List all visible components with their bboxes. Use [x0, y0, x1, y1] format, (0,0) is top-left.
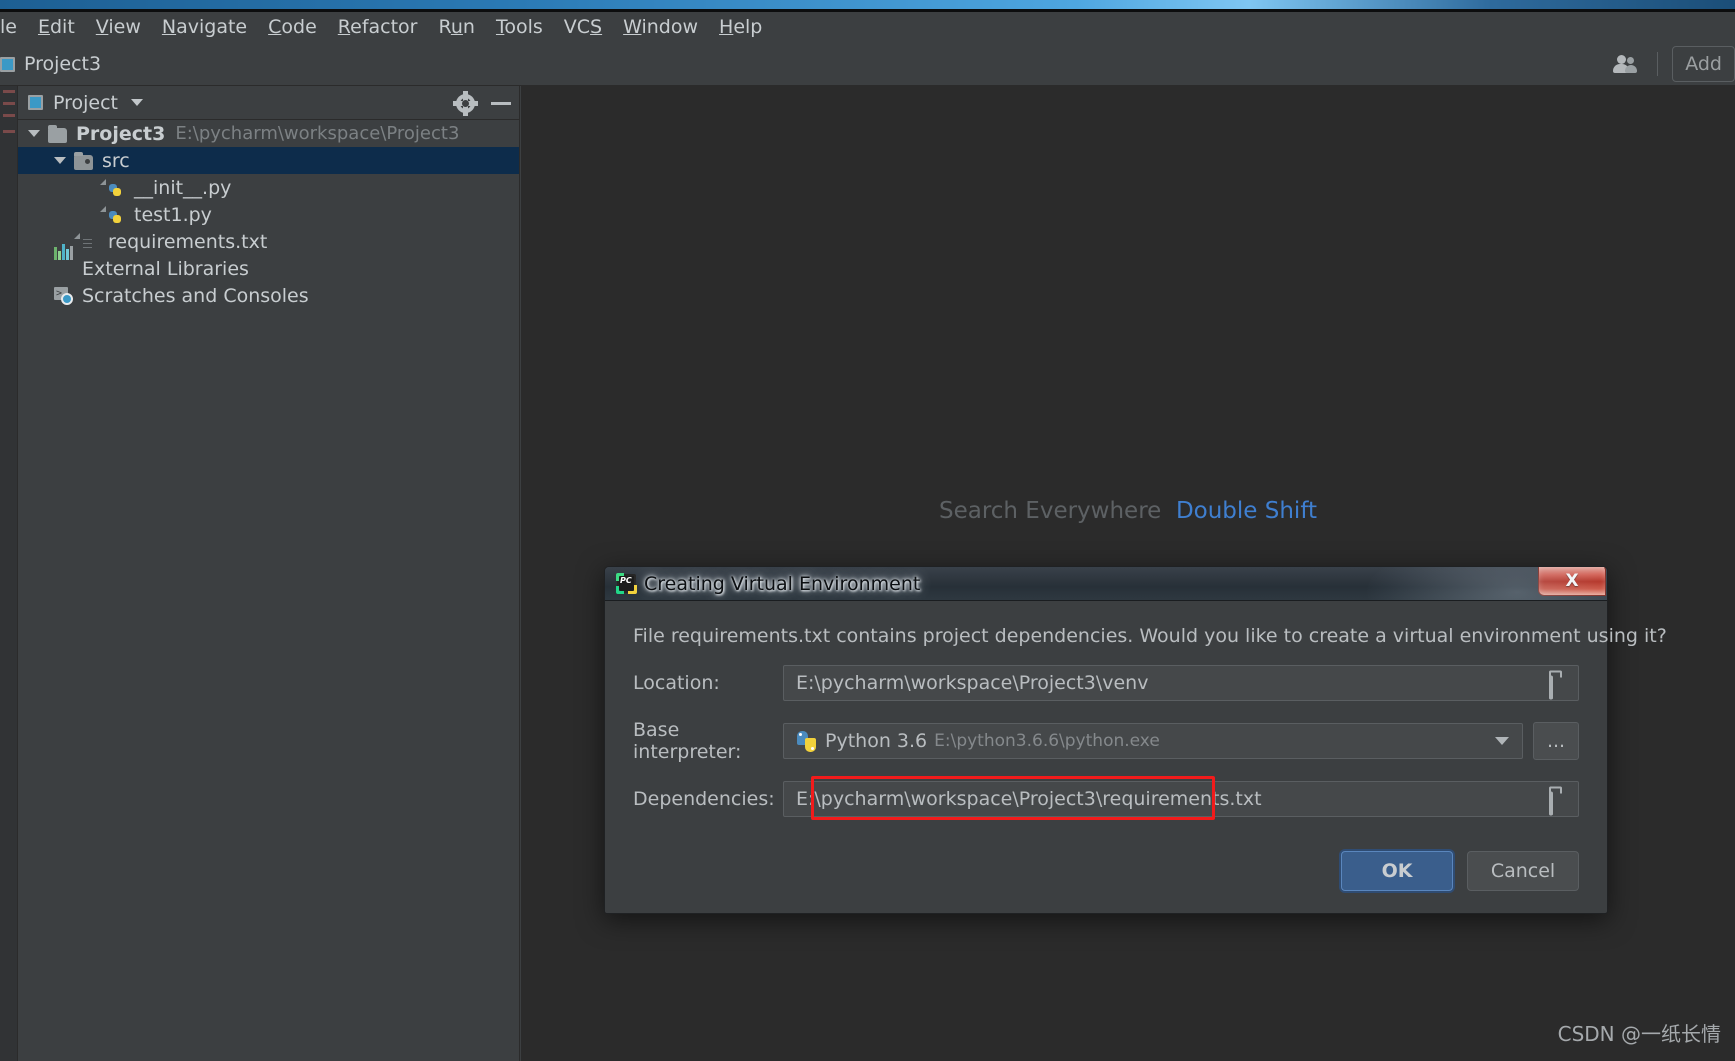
chevron-down-icon[interactable] — [1495, 737, 1509, 745]
cancel-button[interactable]: Cancel — [1467, 851, 1579, 891]
scratches-icon: >_ — [54, 286, 74, 305]
tree-node-label: __init__.py — [134, 176, 232, 199]
menu-bar: le Edit View Navigate Code Refactor Run Tools VC… — [0, 12, 1735, 42]
gutter-mark — [3, 114, 15, 117]
menu-item-window[interactable]: Window — [613, 16, 709, 39]
creating-virtual-environment-dialog: PC Creating Virtual Environment X File r… — [604, 566, 1667, 914]
toolbar-divider — [1657, 52, 1659, 76]
tree-node--init-py[interactable]: __init__.py — [18, 174, 519, 201]
python-icon — [796, 730, 817, 752]
minimize-icon[interactable] — [491, 101, 511, 105]
dependencies-row: Dependencies: E:\pycharm\workspace\Proje… — [633, 776, 1579, 820]
folder-icon — [48, 124, 68, 143]
python-file-icon — [106, 206, 126, 224]
pycharm-window: le Edit View Navigate Code Refactor Run Tools VC… — [0, 0, 1735, 1061]
toolbar-right-group: Add — [1609, 42, 1735, 86]
project-panel-title: Project — [53, 91, 119, 114]
tree-node-label: External Libraries — [82, 257, 249, 280]
gutter-mark — [3, 90, 15, 93]
dependencies-value: E:\pycharm\workspace\Project3\requiremen… — [796, 788, 1262, 810]
tree-node-external-libraries[interactable]: External Libraries — [18, 243, 519, 282]
search-everywhere-hint: Search Everywhere Double Shift — [521, 498, 1735, 524]
breadcrumb-project-name: Project3 — [24, 53, 102, 75]
dialog-message: File requirements.txt contains project d… — [633, 625, 1667, 647]
gutter-mark — [3, 102, 15, 105]
project-tool-window: Project Project3 E:\pycharm\workspace\Pro… — [18, 86, 520, 1061]
menu-item-navigate[interactable]: Navigate — [152, 16, 258, 39]
location-row: Location: E:\pycharm\workspace\Project3\… — [633, 665, 1579, 701]
folder-browse-icon[interactable] — [1549, 675, 1569, 700]
location-label: Location: — [633, 672, 720, 694]
tree-node-label: Scratches and Consoles — [82, 284, 309, 307]
close-label: X — [1565, 571, 1579, 591]
base-interpreter-combo[interactable]: Python 3.6 E:\python3.6.6\python.exe — [783, 723, 1523, 759]
libraries-icon — [54, 243, 74, 278]
dependencies-input[interactable]: E:\pycharm\workspace\Project3\requiremen… — [783, 781, 1579, 817]
search-everywhere-shortcut: Double Shift — [1175, 498, 1318, 524]
people-icon[interactable] — [1609, 52, 1643, 76]
dialog-body: File requirements.txt contains project d… — [605, 601, 1667, 820]
base-interpreter-more-button[interactable]: ... — [1533, 722, 1579, 760]
tree-node-path: E:\pycharm\workspace\Project3 — [175, 123, 460, 144]
tree-node-label: src — [102, 149, 130, 172]
menu-item-code[interactable]: Code — [258, 16, 328, 39]
search-everywhere-label: Search Everywhere — [938, 498, 1162, 524]
tree-node-label: test1.py — [134, 203, 212, 226]
base-interpreter-value: Python 3.6 — [825, 730, 928, 752]
location-input[interactable]: E:\pycharm\workspace\Project3\venv — [783, 665, 1579, 701]
tree-node-scratches-and-consoles[interactable]: >_ Scratches and Consoles — [18, 282, 519, 309]
dialog-button-bar: OK Cancel — [1341, 851, 1579, 891]
project-window-icon — [28, 95, 43, 110]
tool-window-gutter[interactable] — [0, 86, 18, 1061]
base-interpreter-row: Base interpreter: Python 3.6 E:\python3.… — [633, 719, 1579, 763]
project-module-icon — [0, 56, 15, 72]
text-file-icon — [80, 233, 100, 251]
watermark: CSDN @一纸长情 — [1557, 1022, 1721, 1046]
chevron-down-icon[interactable] — [28, 130, 40, 137]
tree-node-label: Project3 — [76, 122, 166, 145]
breadcrumb[interactable]: Project3 — [0, 53, 101, 75]
menu-item-refactor[interactable]: Refactor — [328, 16, 429, 39]
ok-button[interactable]: OK — [1341, 851, 1453, 891]
menu-item-run[interactable]: Run — [429, 16, 486, 39]
base-interpreter-path: E:\python3.6.6\python.exe — [934, 731, 1160, 751]
main-toolbar: Project3 Add — [0, 42, 1735, 86]
dependencies-label: Dependencies: — [633, 788, 775, 810]
location-value: E:\pycharm\workspace\Project3\venv — [796, 672, 1149, 694]
window-title-gradient — [0, 0, 1735, 9]
gear-icon[interactable] — [453, 90, 478, 116]
tree-node-test1-py[interactable]: test1.py — [18, 201, 519, 228]
base-interpreter-label: Base interpreter: — [633, 719, 742, 763]
source-folder-icon — [74, 151, 94, 170]
chevron-down-icon[interactable] — [131, 99, 144, 106]
menu-item-edit[interactable]: Edit — [28, 16, 86, 39]
tree-node-project3[interactable]: Project3 E:\pycharm\workspace\Project3 — [18, 120, 519, 147]
close-icon[interactable]: X — [1538, 567, 1606, 596]
add-button[interactable]: Add — [1672, 46, 1735, 82]
tree-node-label: requirements.txt — [108, 230, 268, 253]
project-panel-header: Project — [18, 86, 519, 120]
project-tree[interactable]: Project3 E:\pycharm\workspace\Project3 src… — [18, 120, 519, 309]
menu-item-vcs[interactable]: VCS — [554, 16, 613, 39]
tree-node-src[interactable]: src — [18, 147, 519, 174]
tree-node-requirements-txt[interactable]: requirements.txt — [18, 228, 519, 255]
pycharm-icon: PC — [616, 573, 637, 594]
dialog-title: Creating Virtual Environment — [644, 572, 921, 595]
dialog-title-bar[interactable]: PC Creating Virtual Environment X — [605, 567, 1607, 601]
menu-item-help[interactable]: Help — [709, 16, 773, 39]
menu-item-le[interactable]: le — [0, 16, 28, 39]
chevron-down-icon[interactable] — [54, 157, 66, 164]
menu-item-tools[interactable]: Tools — [486, 16, 554, 39]
folder-browse-icon[interactable] — [1549, 791, 1569, 816]
menu-item-view[interactable]: View — [86, 16, 152, 39]
python-file-icon — [106, 179, 126, 197]
gutter-mark — [3, 130, 15, 133]
